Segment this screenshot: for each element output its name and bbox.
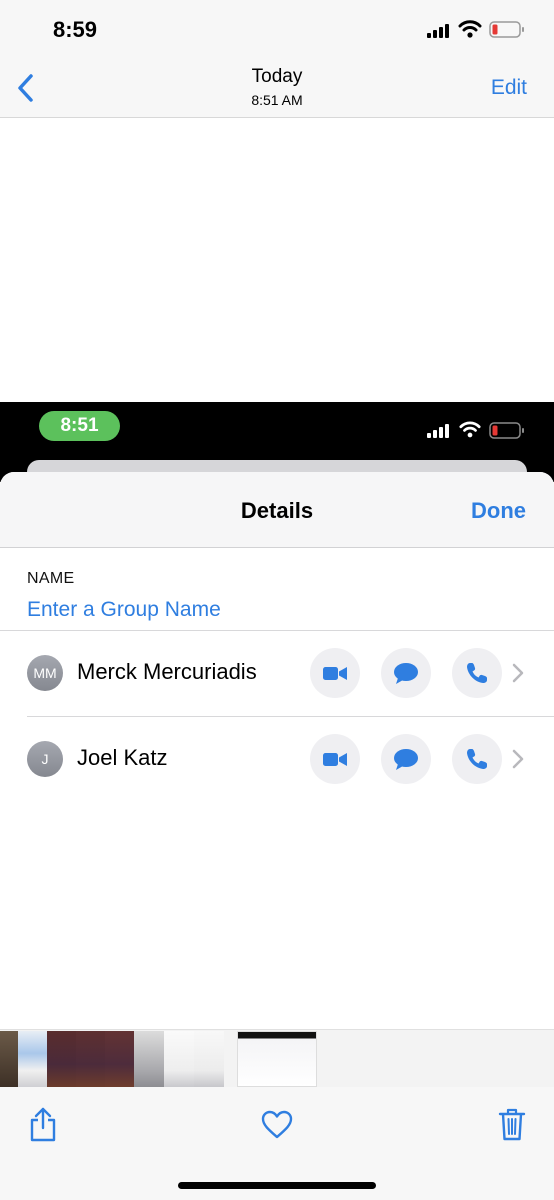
message-button[interactable] — [381, 734, 431, 784]
home-indicator — [178, 1182, 376, 1189]
sheet-header: Details Done — [0, 472, 554, 548]
contact-name: Merck Mercuriadis — [77, 659, 257, 684]
contact-row[interactable]: J Joel Katz — [0, 716, 554, 802]
thumbnail[interactable] — [0, 1031, 18, 1087]
screenshot-signal-icon — [427, 424, 449, 438]
nav-bar: Today 8:51 AM Edit — [0, 60, 554, 118]
chevron-right-icon[interactable] — [512, 663, 524, 683]
chevron-right-icon[interactable] — [512, 749, 524, 769]
thumbnail[interactable] — [47, 1031, 76, 1087]
group-name-input[interactable] — [27, 596, 507, 624]
share-icon[interactable] — [28, 1106, 58, 1142]
facetime-video-button[interactable] — [310, 648, 360, 698]
video-camera-icon — [323, 667, 347, 680]
nav-subtitle: 8:51 AM — [251, 92, 303, 108]
thumbnail[interactable] — [134, 1031, 164, 1087]
message-button[interactable] — [381, 648, 431, 698]
wifi-icon — [458, 20, 482, 38]
contact-name: Joel Katz — [77, 745, 168, 770]
thumbnail-selected[interactable] — [237, 1031, 317, 1087]
phone-icon — [467, 749, 487, 769]
nav-title: Today — [251, 66, 303, 87]
heart-icon[interactable] — [261, 1110, 293, 1140]
screenshot-time-pill: 8:51 — [39, 411, 120, 441]
phone-icon — [467, 663, 487, 683]
contact-row[interactable]: MM Merck Mercuriadis — [0, 630, 554, 716]
screenshot-battery-icon — [489, 422, 524, 439]
thumbnail[interactable] — [76, 1031, 105, 1087]
details-sheet: Details Done NAME MM Merck Mercuriadis — [0, 472, 554, 1029]
status-time: 8:59 — [53, 17, 98, 42]
thumbnail[interactable] — [105, 1031, 134, 1087]
screenshot-wifi-icon — [459, 421, 481, 438]
thumbnail[interactable] — [18, 1031, 47, 1087]
thumbnail[interactable] — [194, 1031, 224, 1087]
call-button[interactable] — [452, 648, 502, 698]
avatar: J — [27, 741, 63, 777]
message-bubble-icon — [394, 663, 418, 684]
video-camera-icon — [323, 753, 347, 766]
edit-button[interactable]: Edit — [491, 76, 527, 100]
thumbnail[interactable] — [164, 1031, 194, 1087]
facetime-video-button[interactable] — [310, 734, 360, 784]
signal-icon — [427, 24, 449, 38]
battery-icon — [489, 21, 524, 38]
done-button[interactable]: Done — [471, 498, 526, 524]
avatar: MM — [27, 655, 63, 691]
trash-icon[interactable] — [498, 1107, 526, 1141]
name-label: NAME — [27, 570, 75, 587]
call-button[interactable] — [452, 734, 502, 784]
message-bubble-icon — [394, 749, 418, 770]
